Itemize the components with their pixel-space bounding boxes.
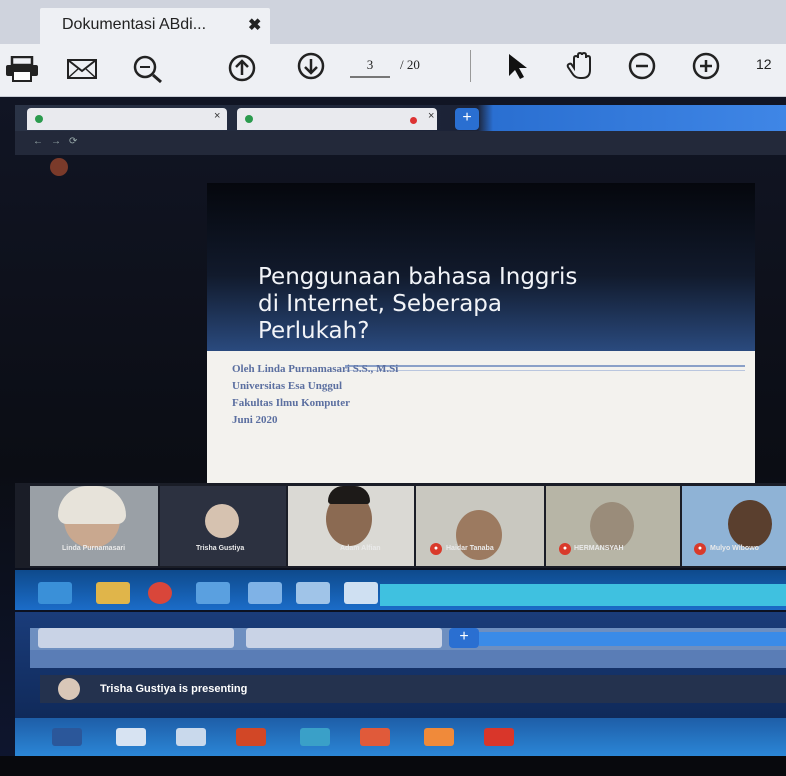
close-icon: × xyxy=(214,110,221,122)
slide-rule xyxy=(345,365,745,367)
pdf-icon xyxy=(484,728,514,746)
app-icon xyxy=(196,582,230,604)
avatar xyxy=(728,500,772,548)
hair xyxy=(328,486,370,504)
slide-title-line: Penggunaan bahasa Inggris xyxy=(258,264,578,290)
participant-tile xyxy=(30,486,158,566)
arrow-down-circle-icon[interactable] xyxy=(297,52,325,80)
participant-tile xyxy=(288,486,414,566)
hijab xyxy=(58,486,126,524)
browser-tab-meet xyxy=(237,108,437,130)
browser-tab-whatsapp xyxy=(38,628,234,648)
chrome-icon xyxy=(148,582,172,604)
participant-name: Mulyo Wibowo xyxy=(710,545,759,552)
avatar xyxy=(50,158,68,176)
app-icon xyxy=(360,728,390,746)
participant-name: Trisha Gustiya xyxy=(196,545,245,552)
close-icon: × xyxy=(428,110,435,122)
page-number-input[interactable]: 3 xyxy=(350,54,390,78)
word-icon xyxy=(344,582,378,604)
mic-off-icon: ● xyxy=(559,543,571,555)
pdf-toolbar xyxy=(0,44,786,97)
mic-off-icon: ● xyxy=(694,543,706,555)
browser-address-bar xyxy=(30,650,786,668)
avatar xyxy=(205,504,239,538)
mic-off-icon: ● xyxy=(430,543,442,555)
hand-icon[interactable] xyxy=(566,50,598,82)
plus-circle-icon[interactable] xyxy=(692,52,720,80)
document-tab-title[interactable]: Dokumentasi ABdi... xyxy=(62,16,206,34)
app-icon xyxy=(424,728,454,746)
arrow-up-circle-icon[interactable] xyxy=(228,54,256,82)
tab-strip-fill xyxy=(479,632,786,646)
slide-title-line: di Internet, Seberapa xyxy=(258,291,502,317)
new-tab-icon: + xyxy=(455,108,479,130)
participant-name: HERMANSYAH xyxy=(574,545,624,552)
page-total: / 20 xyxy=(400,57,420,72)
meet-icon xyxy=(245,115,253,123)
browser-nav-icons: ←→⟳ xyxy=(33,136,86,147)
avatar xyxy=(58,678,80,700)
slide-rule xyxy=(345,370,745,371)
start-icon xyxy=(38,582,72,604)
avatar xyxy=(590,502,634,550)
slide-title-line: Perlukah? xyxy=(258,318,370,344)
slide-author: Oleh Linda Purnamasari S.S., M.Si xyxy=(232,363,399,375)
folder-icon xyxy=(96,582,130,604)
bottom-edge xyxy=(0,756,786,776)
close-tab-icon[interactable]: ✖ xyxy=(248,15,261,35)
slide-title: Penggunaan bahasa Inggris di Internet, S… xyxy=(258,264,718,345)
cursor-icon[interactable] xyxy=(506,52,528,80)
recording-dot-icon xyxy=(410,117,417,124)
avatar xyxy=(456,510,502,560)
magnifier-icon[interactable] xyxy=(132,54,164,84)
whatsapp-icon xyxy=(35,115,43,123)
presenting-label: Trisha Gustiya is presenting xyxy=(100,683,248,695)
app-icon xyxy=(176,728,206,746)
word-icon xyxy=(116,728,146,746)
chrome-icon xyxy=(300,728,330,746)
participant-tile xyxy=(160,486,286,566)
slide-faculty: Fakultas Ilmu Komputer xyxy=(232,397,350,409)
browser-tab-meet xyxy=(246,628,442,648)
app-icon xyxy=(52,728,82,746)
participant-name: Haidar Tanaba xyxy=(446,545,494,552)
printer-icon[interactable] xyxy=(4,56,40,82)
taskbar-highlight xyxy=(380,584,786,606)
powerpoint-icon xyxy=(236,728,266,746)
participant-name: Adam Alfian xyxy=(340,545,381,552)
minus-circle-icon[interactable] xyxy=(628,52,656,80)
app-icon xyxy=(296,582,330,604)
participant-name: Linda Purnamasari xyxy=(62,545,126,552)
browser-address-bar xyxy=(15,131,786,155)
browser-tab-whatsapp xyxy=(27,108,227,130)
toolbar-divider xyxy=(470,50,471,82)
new-tab-icon: + xyxy=(449,628,479,648)
slide-date: Juni 2020 xyxy=(232,414,278,426)
zoom-level[interactable]: 12 xyxy=(756,56,772,72)
app-icon xyxy=(248,582,282,604)
slide-university: Universitas Esa Unggul xyxy=(232,380,343,392)
envelope-icon[interactable] xyxy=(66,58,98,80)
